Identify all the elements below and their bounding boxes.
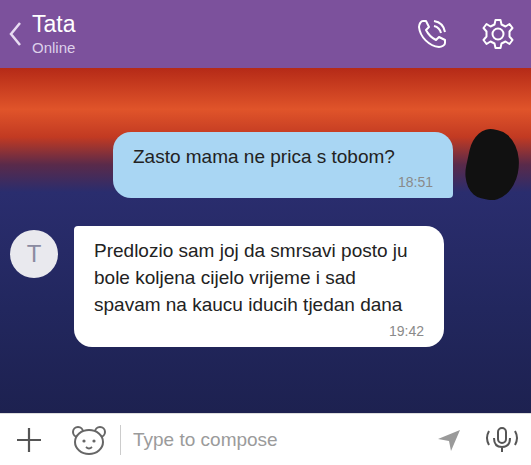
voice-message-icon[interactable] <box>483 423 521 457</box>
message-row: Zasto mama ne prica s tobom? 18:51 <box>10 130 519 200</box>
message-row: T Predlozio sam joj da smrsavi posto ju b… <box>10 226 519 347</box>
back-chevron-icon[interactable] <box>8 21 22 47</box>
message-text: Predlozio sam joj da smrsavi posto ju bo… <box>94 238 424 319</box>
chat-header: Tata Online <box>0 0 531 68</box>
contact-name: Tata <box>32 11 75 37</box>
message-bubble[interactable]: Zasto mama ne prica s tobom? 18:51 <box>113 132 453 199</box>
chat-screen: Tata Online Zasto mama ne prica s tobom? 18… <box>0 0 531 465</box>
phone-icon[interactable] <box>415 17 449 51</box>
contact-status: Online <box>32 39 75 57</box>
chat-area: Zasto mama ne prica s tobom? 18:51 T Predlo… <box>0 68 531 413</box>
message-bubble[interactable]: Predlozio sam joj da smrsavi posto ju bo… <box>74 226 444 347</box>
gear-icon[interactable] <box>481 17 515 51</box>
contact-info[interactable]: Tata Online <box>32 11 75 56</box>
composer-divider <box>120 425 121 455</box>
redaction-mark <box>460 125 525 204</box>
composer-bar: Type to compose <box>0 413 531 465</box>
contact-avatar[interactable]: T <box>10 230 58 278</box>
send-icon[interactable] <box>435 426 463 454</box>
message-time: 19:42 <box>94 323 424 339</box>
message-text: Zasto mama ne prica s tobom? <box>133 144 433 171</box>
plus-icon[interactable] <box>14 425 44 455</box>
sticker-bear-icon[interactable] <box>70 423 108 457</box>
message-input[interactable]: Type to compose <box>133 429 423 451</box>
message-time: 18:51 <box>133 174 433 190</box>
